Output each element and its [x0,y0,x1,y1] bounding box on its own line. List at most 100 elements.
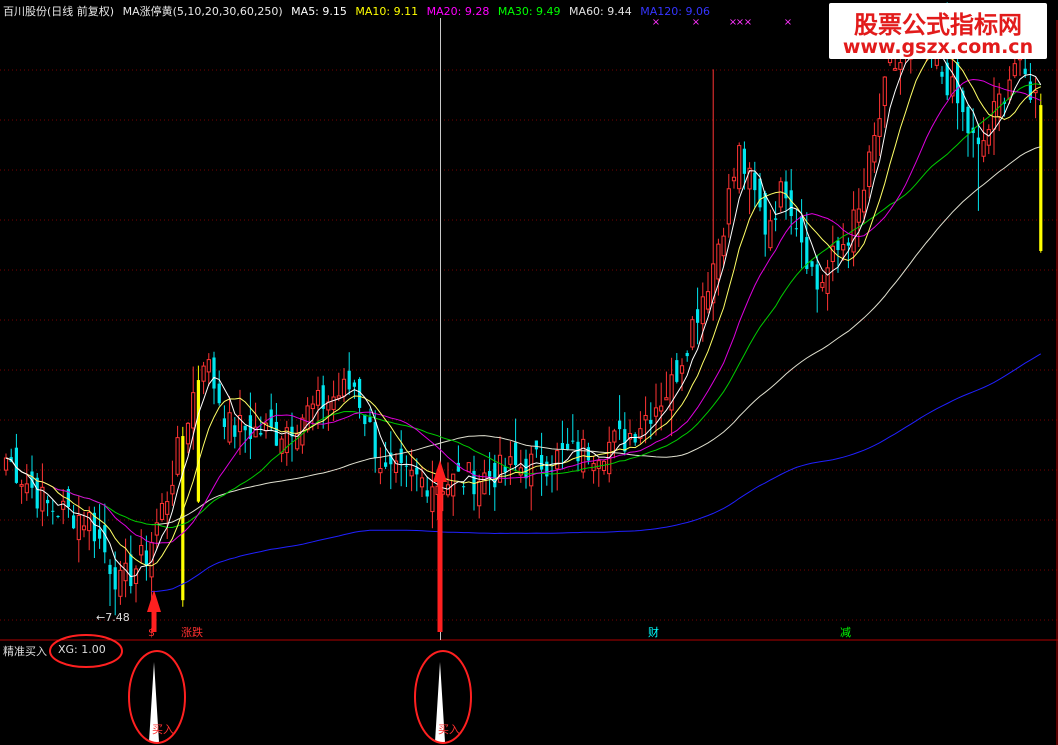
candle-body [227,412,232,443]
buy-signal-label: 买入 [438,723,460,736]
candle-body [540,455,544,470]
ma20-line [5,78,1042,544]
candle-body [649,419,653,424]
candle-body [378,468,383,474]
candle-body [991,101,997,130]
candle-body [768,220,773,249]
candle-body [846,242,850,246]
candle-body [633,434,637,443]
candle-body [482,472,487,495]
candle-body [830,245,835,263]
candle-body [415,467,419,475]
candle-body [659,405,664,412]
candle-body [820,282,825,288]
candle-body [560,442,564,450]
candle-body [555,450,560,470]
candle-body [118,569,123,597]
candle-body [103,525,107,553]
candle-body [653,407,659,417]
buy-arrow [433,460,447,632]
candle-body [201,365,206,382]
candle-body [571,440,575,442]
candle-body [508,456,513,465]
candle-body [976,137,980,145]
candle-body [774,218,778,220]
candle-body [206,359,211,373]
ma30-line [5,83,1041,529]
candle-body [35,477,39,509]
candle-body [981,140,986,157]
candle-body [618,420,622,430]
candle-body [466,462,471,473]
candle-body [986,129,991,146]
candle-body [514,442,518,466]
candle-body [529,453,534,487]
candle-body [399,448,403,464]
candle-body [726,188,731,225]
watermark-url: www.gszx.com.cn [842,36,1034,58]
candle-body [87,512,92,532]
candle-body [477,480,482,507]
candle-body [612,430,617,443]
candle-body [72,515,76,529]
candle-body [222,418,226,427]
candle-body [815,264,819,290]
candle-body [233,425,237,437]
watermark-logo: 股票公式指标网 www.gszx.com.cn [829,3,1047,59]
candle-body [113,567,117,590]
candle-body [76,514,81,541]
candle-body [716,243,721,280]
candle-body [352,382,356,387]
ma20-value: MA20: 9.28 [426,5,490,18]
candle-body [159,502,165,520]
candle-body [731,176,737,182]
candle-body [175,437,180,475]
candle-body [679,365,685,374]
candle-body [872,135,877,163]
candle-body [419,477,425,488]
candle-body [108,564,112,575]
ma60-line [151,146,1041,526]
candle-body [586,447,590,461]
candle-body [800,216,804,243]
stock-title: 百川股份(日线 前复权) [3,5,115,18]
candle-body [98,529,102,539]
candle-body [685,352,689,357]
low-price-label: ←7.48 [96,611,130,624]
candle-body [696,309,700,323]
candle-body [763,192,767,235]
candle-body [534,440,538,450]
candle-body [24,483,29,494]
sub-panel-title: 精准买入 [3,645,47,658]
candle-body [1023,68,1027,75]
chart-canvas[interactable]: ←7.48× × ×× × ×$ 涨跌财减买入 买入 [0,0,1058,745]
candle-body [445,484,451,496]
candle-body [341,378,347,397]
candle-body [1039,105,1043,251]
candle-body [700,296,705,325]
candle-body [623,429,627,452]
candle-body [384,462,388,467]
ma120-line [151,353,1042,592]
ma30-value: MA30: 9.49 [497,5,561,18]
candle-body [409,469,414,477]
candle-body [3,457,9,471]
candle-body [46,499,50,504]
signal-cross-mark: × [784,17,792,28]
candle-body [274,421,278,446]
candle-body [196,380,200,502]
candle-body [778,181,783,208]
candle-body [882,76,887,107]
watermark-title: 股票公式指标网 [854,11,1022,39]
candle-body [373,422,377,459]
candle-body [758,178,762,208]
candle-body [893,67,898,71]
candle-body [331,396,336,410]
candle-body [794,228,798,230]
candle-body [841,244,846,251]
candle-body [81,525,87,531]
candle-body [867,151,872,188]
candle-body [675,360,679,382]
candle-body [753,172,757,191]
ma10-value: MA10: 9.11 [355,5,419,18]
